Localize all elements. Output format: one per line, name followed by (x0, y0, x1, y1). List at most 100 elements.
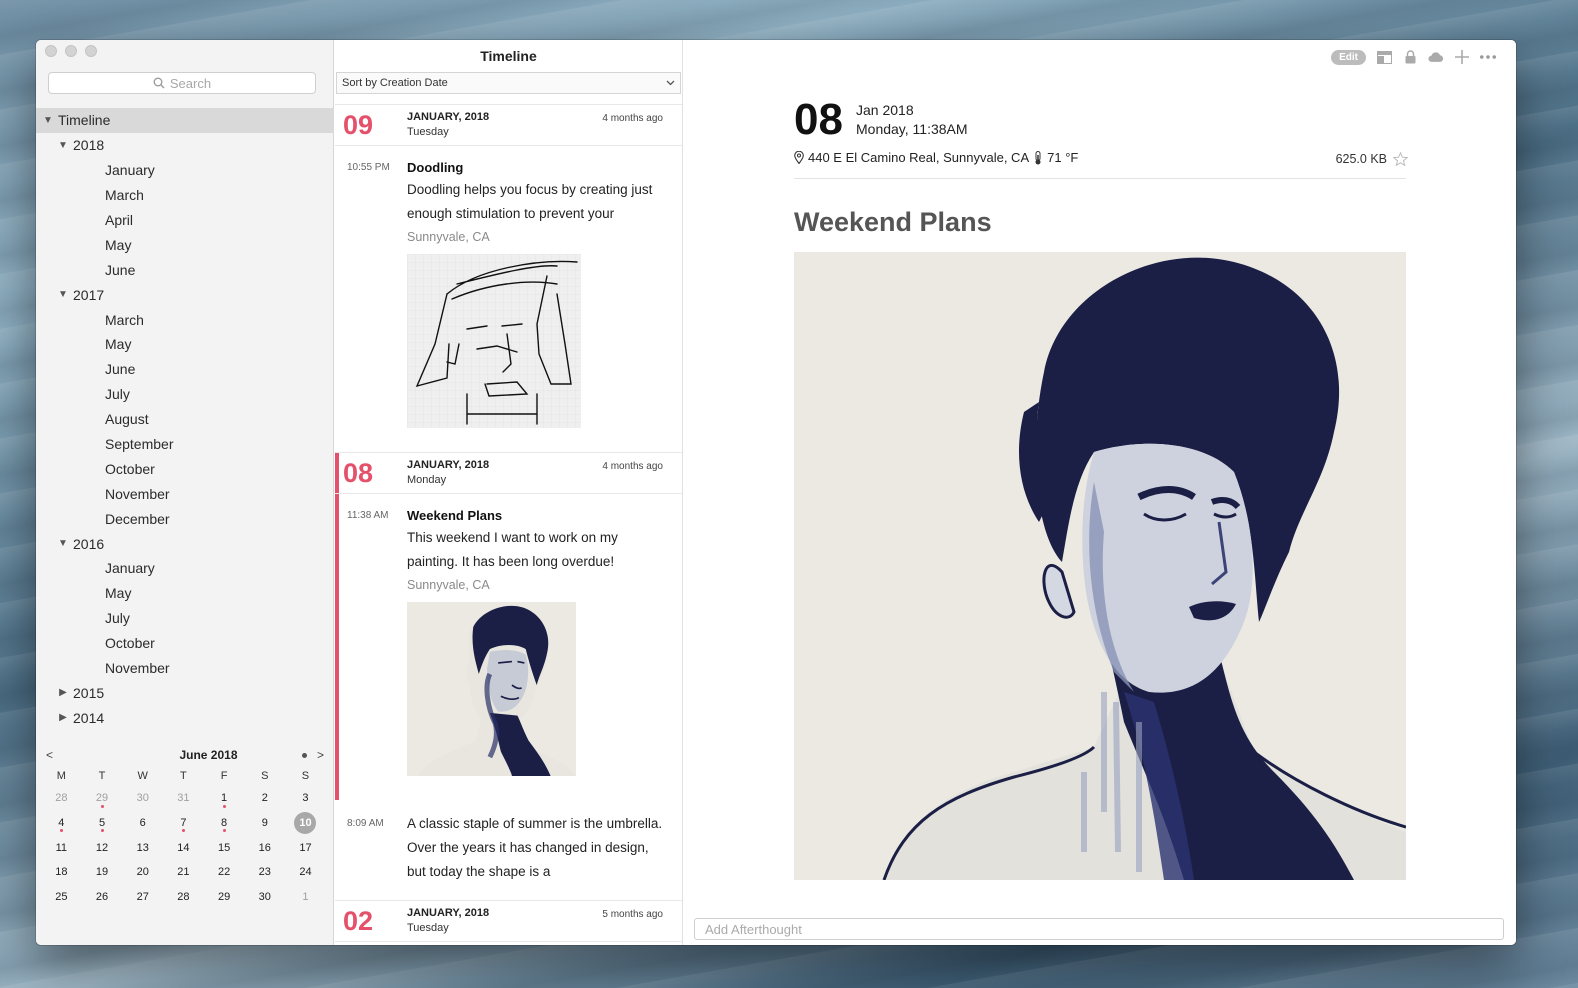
calendar-day-label: 5 (98, 817, 106, 830)
list-item[interactable]: 10:55 PM Doodling Doodling helps you foc… (335, 146, 682, 436)
calendar-day[interactable]: 7 (163, 811, 204, 836)
calendar-day[interactable]: 28 (163, 885, 204, 910)
calendar-day[interactable]: 26 (82, 885, 123, 910)
calendar-day[interactable]: 15 (204, 835, 245, 860)
tree-item-month[interactable]: July (36, 382, 334, 407)
entry-time: 10:55 PM (347, 162, 390, 173)
calendar-day[interactable]: 8 (204, 811, 245, 836)
calendar-day[interactable]: 25 (41, 885, 82, 910)
sort-dropdown[interactable]: Sort by Creation Date (336, 72, 681, 94)
entry-preview: This weekend I want to work on my painti… (407, 530, 618, 569)
search-input[interactable]: Search (48, 72, 316, 94)
tree-item-year[interactable]: ▼ 2016 (36, 531, 334, 556)
detail-toolbar: Edit (1331, 49, 1496, 65)
calendar-day[interactable]: 16 (244, 835, 285, 860)
calendar-day-label: 17 (299, 841, 312, 854)
calendar-day[interactable]: 18 (41, 860, 82, 885)
calendar-day[interactable]: 27 (122, 885, 163, 910)
tree-item-year[interactable]: ▶ 2015 (36, 680, 334, 705)
calendar-day[interactable]: 20 (122, 860, 163, 885)
disclosure-triangle-icon[interactable]: ▶ (56, 712, 70, 723)
calendar-day[interactable]: 3 (285, 786, 326, 811)
tree-item-month[interactable]: January (36, 158, 334, 183)
tree-item-label: July (105, 610, 130, 627)
calendar-day[interactable]: 28 (41, 786, 82, 811)
afterthought-input[interactable]: Add Afterthought (694, 918, 1504, 940)
layout-icon[interactable] (1376, 49, 1392, 65)
tree-item-month[interactable]: June (36, 357, 334, 382)
minimize-window-button[interactable] (65, 45, 77, 57)
calendar-day[interactable]: 30 (122, 786, 163, 811)
calendar-day[interactable]: 22 (204, 860, 245, 885)
calendar-day[interactable]: 1 (204, 786, 245, 811)
close-window-button[interactable] (45, 45, 57, 57)
day-header[interactable]: 08 JANUARY, 2018 Monday 4 months ago (335, 452, 682, 494)
tree-item-year[interactable]: ▼ 2018 (36, 133, 334, 158)
disclosure-triangle-icon[interactable]: ▶ (56, 687, 70, 698)
calendar-today-button[interactable] (301, 752, 307, 758)
entry-painting-image[interactable] (794, 252, 1406, 880)
disclosure-triangle-icon[interactable]: ▼ (56, 538, 70, 549)
disclosure-triangle-icon[interactable]: ▼ (41, 115, 55, 126)
calendar-day[interactable]: 2 (244, 786, 285, 811)
calendar-day[interactable]: 17 (285, 835, 326, 860)
day-header[interactable]: 09 JANUARY, 2018 Tuesday 4 months ago (335, 104, 682, 146)
calendar-day[interactable]: 24 (285, 860, 326, 885)
calendar-next-button[interactable]: > (317, 748, 324, 762)
more-options-icon[interactable] (1480, 49, 1496, 65)
calendar-day[interactable]: 13 (122, 835, 163, 860)
tree-item-month[interactable]: October (36, 456, 334, 481)
calendar-day[interactable]: 1 (285, 885, 326, 910)
calendar-day[interactable]: 11 (41, 835, 82, 860)
disclosure-triangle-icon[interactable]: ▼ (56, 289, 70, 300)
cloud-icon[interactable] (1428, 49, 1444, 65)
edit-button[interactable]: Edit (1331, 49, 1366, 65)
tree-item-month[interactable]: May (36, 332, 334, 357)
tree-item-month[interactable]: March (36, 183, 334, 208)
tree-item-timeline[interactable]: ▼ Timeline (36, 108, 334, 133)
calendar-day[interactable]: 19 (82, 860, 123, 885)
calendar-day[interactable]: 31 (163, 786, 204, 811)
calendar-day[interactable]: 14 (163, 835, 204, 860)
add-entry-icon[interactable] (1454, 49, 1470, 65)
calendar-prev-button[interactable]: < (46, 748, 53, 762)
detail-location[interactable]: 440 E El Camino Real, Sunnyvale, CA 71 °… (794, 150, 1078, 165)
calendar-day[interactable]: 30 (244, 885, 285, 910)
tree-item-month[interactable]: May (36, 232, 334, 257)
calendar-day[interactable]: 23 (244, 860, 285, 885)
calendar-day[interactable]: 10 (285, 811, 326, 836)
zoom-window-button[interactable] (85, 45, 97, 57)
tree-item-month[interactable]: January (36, 556, 334, 581)
calendar-day[interactable]: 12 (82, 835, 123, 860)
entry-location: Sunnyvale, CA (407, 578, 490, 592)
tree-item-month[interactable]: October (36, 631, 334, 656)
tree-item-year[interactable]: ▼ 2017 (36, 282, 334, 307)
lock-icon[interactable] (1402, 49, 1418, 65)
day-header[interactable]: 02 JANUARY, 2018 Tuesday 5 months ago (335, 900, 682, 942)
tree-item-month[interactable]: April (36, 208, 334, 233)
tree-item-month[interactable]: November (36, 656, 334, 681)
tree-item-month[interactable]: July (36, 606, 334, 631)
tree-item-month[interactable]: September (36, 432, 334, 457)
calendar-day[interactable]: 4 (41, 811, 82, 836)
tree-item-month[interactable]: May (36, 581, 334, 606)
star-icon[interactable] (1393, 152, 1408, 166)
calendar-day[interactable]: 9 (244, 811, 285, 836)
tree-item-month[interactable]: December (36, 506, 334, 531)
tree-item-month[interactable]: November (36, 481, 334, 506)
list-item-selected[interactable]: 11:38 AM Weekend Plans This weekend I wa… (335, 494, 682, 784)
list-item[interactable]: 8:09 AM A classic staple of summer is th… (335, 802, 682, 892)
calendar-day[interactable]: 29 (82, 786, 123, 811)
tree-item-month[interactable]: June (36, 257, 334, 282)
calendar-day[interactable]: 6 (122, 811, 163, 836)
day-weekday: Tuesday (407, 922, 449, 934)
entry-title: Doodling (407, 160, 464, 175)
calendar-day[interactable]: 21 (163, 860, 204, 885)
disclosure-triangle-icon[interactable]: ▼ (56, 140, 70, 151)
tree-item-year[interactable]: ▶ 2014 (36, 705, 334, 730)
calendar-day[interactable]: 5 (82, 811, 123, 836)
calendar-day[interactable]: 29 (204, 885, 245, 910)
app-window: Search ▼ Timeline ▼ 2018 January March April Ma… (36, 40, 1516, 945)
tree-item-month[interactable]: March (36, 307, 334, 332)
tree-item-month[interactable]: August (36, 407, 334, 432)
